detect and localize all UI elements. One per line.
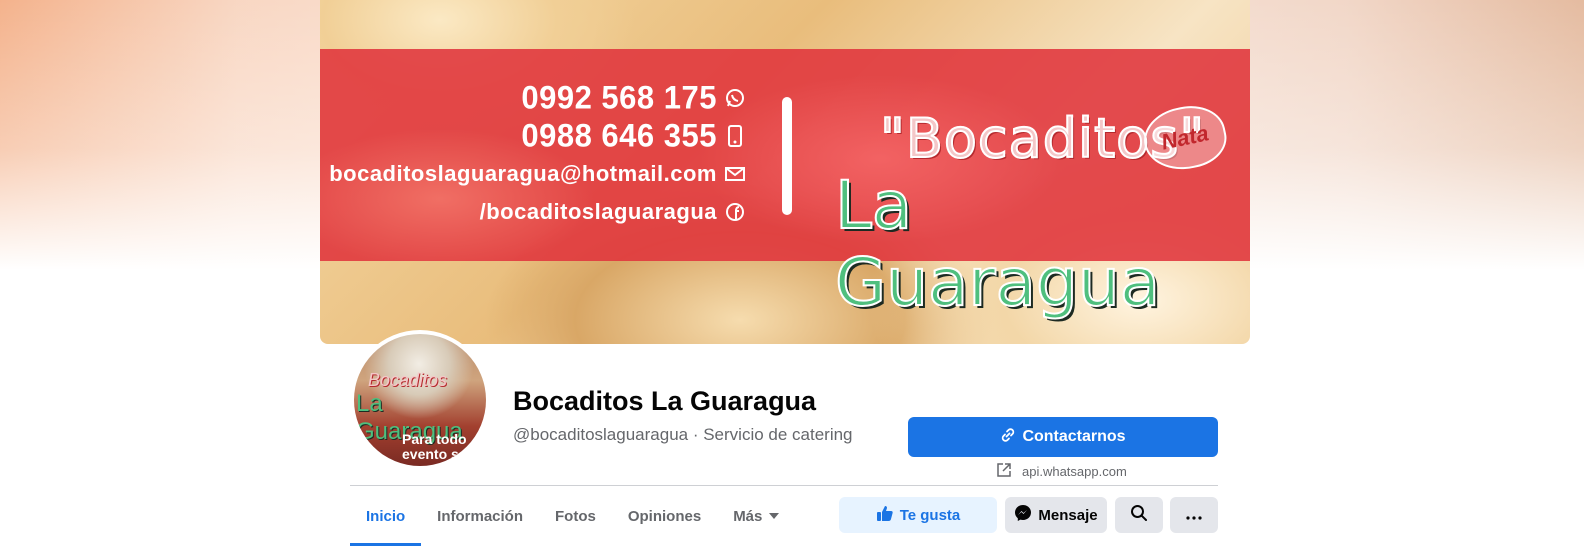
cover-banner: 0992 568 175 0988 646 355 bocaditoslagua… bbox=[320, 49, 1250, 322]
more-button[interactable] bbox=[1170, 497, 1218, 533]
facebook-handle: /bocaditoslaguaragua bbox=[479, 199, 717, 224]
page-tabs: Inicio Información Fotos Opiniones Más bbox=[350, 486, 796, 546]
more-icon bbox=[1186, 507, 1202, 524]
thumbs-up-icon bbox=[876, 504, 894, 526]
facebook-line: /bocaditoslaguaragua bbox=[329, 193, 745, 231]
link-icon bbox=[1000, 427, 1016, 448]
divider bbox=[782, 97, 792, 215]
profile-picture[interactable]: Bocaditos La Guaragua Para todo evento s… bbox=[350, 330, 490, 470]
avatar-text-3a: Para todo bbox=[402, 431, 467, 447]
email-line: bocaditoslaguaragua@hotmail.com bbox=[329, 155, 745, 193]
messenger-icon bbox=[1014, 504, 1032, 526]
brand-line-2: La Guaragua bbox=[834, 166, 1161, 322]
avatar-text-3: Para todo evento se bbox=[402, 432, 467, 462]
tab-informacion[interactable]: Información bbox=[421, 486, 539, 546]
search-button[interactable] bbox=[1115, 497, 1163, 533]
website-link[interactable]: api.whatsapp.com bbox=[996, 462, 1127, 480]
tab-fotos[interactable]: Fotos bbox=[539, 486, 612, 546]
page-title: Bocaditos La Guaragua bbox=[513, 386, 817, 416]
phone-number-2: 0988 646 355 bbox=[521, 117, 717, 154]
tab-label: Información bbox=[437, 507, 524, 525]
website-link-text: api.whatsapp.com bbox=[1022, 463, 1127, 479]
tab-label: Más bbox=[733, 507, 763, 525]
envelope-icon bbox=[725, 167, 745, 181]
whatsapp-icon bbox=[725, 88, 745, 108]
like-button[interactable]: Te gusta bbox=[839, 497, 997, 533]
page-subtitle: @bocaditoslaguaragua · Servicio de cater… bbox=[513, 425, 853, 444]
message-button-label: Mensaje bbox=[1038, 506, 1098, 524]
tab-mas[interactable]: Más bbox=[717, 486, 796, 546]
caret-down-icon bbox=[768, 512, 780, 520]
cover-photo[interactable]: 0992 568 175 0988 646 355 bocaditoslagua… bbox=[320, 0, 1250, 344]
tab-label: Opiniones bbox=[627, 507, 702, 525]
avatar-text-3b: evento se bbox=[402, 446, 467, 462]
phone-number-1: 0992 568 175 bbox=[521, 79, 717, 116]
contact-button[interactable]: Contactarnos bbox=[908, 417, 1218, 457]
phone-line-2: 0988 646 355 bbox=[329, 117, 745, 155]
avatar: Bocaditos La Guaragua Para todo evento s… bbox=[354, 334, 486, 466]
contact-button-label: Contactarnos bbox=[1022, 428, 1126, 445]
tab-label: Fotos bbox=[555, 507, 596, 525]
tab-opiniones[interactable]: Opiniones bbox=[612, 486, 717, 546]
phone-icon bbox=[725, 125, 745, 147]
tab-inicio[interactable]: Inicio bbox=[350, 486, 422, 546]
avatar-text-1: Bocaditos bbox=[368, 370, 448, 390]
email-text: bocaditoslaguaragua@hotmail.com bbox=[329, 161, 717, 186]
contact-info: 0992 568 175 0988 646 355 bocaditoslagua… bbox=[329, 79, 745, 231]
search-icon bbox=[1130, 504, 1148, 526]
external-link-icon bbox=[996, 462, 1012, 481]
phone-line-1: 0992 568 175 bbox=[329, 79, 745, 117]
like-button-label: Te gusta bbox=[899, 506, 961, 524]
tab-label: Inicio bbox=[366, 507, 406, 525]
message-button[interactable]: Mensaje bbox=[1005, 497, 1107, 533]
facebook-icon bbox=[725, 202, 745, 222]
